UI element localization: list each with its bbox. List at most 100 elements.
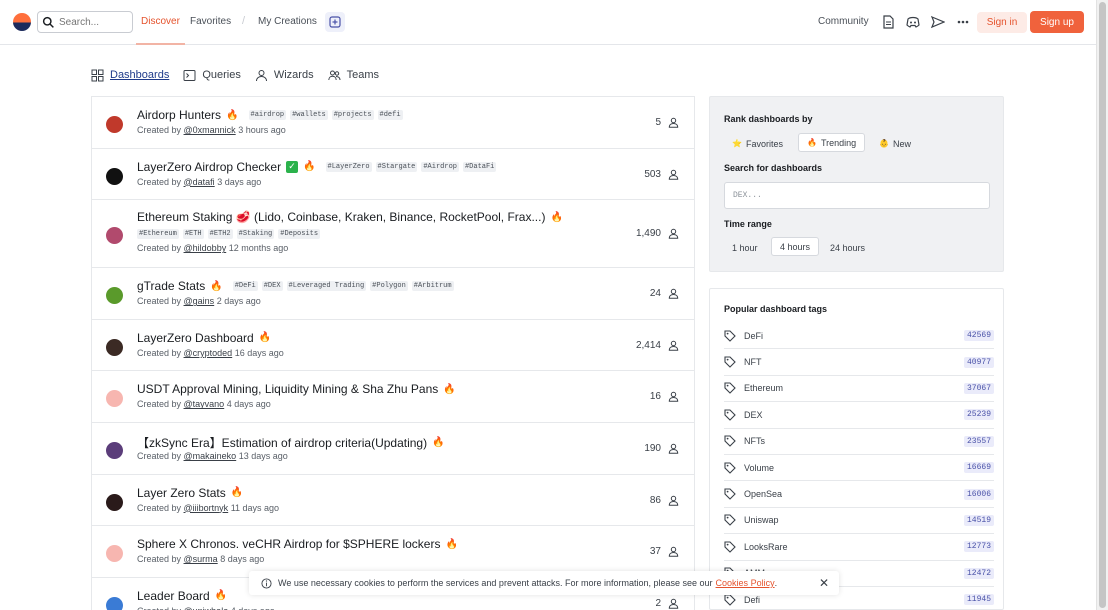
dashboard-search-input[interactable]: DEX... — [724, 182, 990, 209]
rank-trending-button[interactable]: 🔥 Trending — [798, 133, 866, 152]
creator-avatar[interactable] — [106, 227, 123, 245]
popular-tag-name[interactable]: LooksRare — [744, 542, 788, 552]
time-24-hours-button[interactable]: 24 hours — [822, 238, 873, 257]
dashboard-row[interactable]: 【zkSync Era】Estimation of airdrop criter… — [92, 423, 694, 475]
creator-link[interactable]: @hildobby — [184, 243, 227, 253]
dashboard-tag[interactable]: #ETH2 — [207, 229, 233, 240]
time-1-hour-button[interactable]: 1 hour — [724, 238, 766, 257]
dashboard-tag[interactable]: #DEX — [261, 281, 283, 292]
dashboard-row[interactable]: Layer Zero Stats 🔥 Created by @iiibortnyk … — [92, 475, 694, 527]
dashboard-tag[interactable]: #LayerZero — [325, 161, 372, 172]
dashboard-tag[interactable]: #Ethereum — [137, 229, 179, 240]
popular-tag-row[interactable]: Volume 16669 — [724, 455, 994, 482]
dashboard-tag[interactable]: #Airdrop — [421, 161, 459, 172]
scrollbar-thumb[interactable] — [1099, 2, 1106, 608]
popular-tag-row[interactable]: Ethereum 37067 — [724, 376, 994, 403]
dashboard-title[interactable]: Sphere X Chronos. veCHR Airdrop for $SPH… — [137, 537, 458, 551]
page-scrollbar[interactable] — [1096, 0, 1108, 610]
popular-tag-row[interactable]: NFT 40977 — [724, 349, 994, 376]
dashboard-title[interactable]: LayerZero Dashboard 🔥 — [137, 331, 271, 345]
dashboard-tag[interactable]: #Deposits — [278, 229, 321, 240]
dashboard-tag[interactable]: #Stargate — [375, 161, 418, 172]
cookies-policy-link[interactable]: Cookies Policy — [716, 578, 775, 588]
dashboard-tag[interactable]: #Staking — [236, 229, 275, 240]
popular-tag-name[interactable]: DeFi — [744, 331, 763, 341]
dashboard-tag[interactable]: #ETH — [182, 229, 204, 240]
creator-link[interactable]: @gains — [184, 296, 215, 306]
dashboard-title-text[interactable]: Leader Board — [137, 589, 210, 603]
time-4-hours-button[interactable]: 4 hours — [771, 237, 820, 256]
sign-in-button[interactable]: Sign in — [977, 12, 1027, 33]
dashboard-row[interactable]: Sphere X Chronos. veCHR Airdrop for $SPH… — [92, 526, 694, 578]
popular-tag-row[interactable]: OpenSea 16006 — [724, 481, 994, 508]
dashboard-tag[interactable]: #projects — [331, 110, 374, 120]
creator-link[interactable]: @makaineko — [184, 451, 237, 461]
search-input[interactable] — [59, 16, 129, 28]
discord-icon[interactable] — [906, 15, 920, 29]
more-icon[interactable] — [956, 15, 970, 29]
popular-tag-name[interactable]: NFT — [744, 357, 762, 367]
creator-avatar[interactable] — [106, 116, 123, 133]
sign-up-button[interactable]: Sign up — [1030, 11, 1084, 33]
dashboard-title-text[interactable]: LayerZero Dashboard — [137, 331, 254, 345]
dashboard-title[interactable]: LayerZero Airdrop Checker ✓ 🔥 #LayerZero #St… — [137, 160, 500, 174]
search-box[interactable] — [37, 11, 133, 33]
popular-tag-row[interactable]: DEX 25239 — [724, 402, 994, 429]
dashboard-row[interactable]: USDT Approval Mining, Liquidity Mining &… — [92, 371, 694, 423]
dashboard-row[interactable]: LayerZero Airdrop Checker ✓ 🔥 #LayerZero #St… — [92, 149, 694, 201]
dashboard-title[interactable]: Airdorp Hunters 🔥 #airdrop #wallets #project… — [137, 108, 407, 122]
dashboard-tag[interactable]: #DataFi — [462, 161, 497, 172]
popular-tag-name[interactable]: OpenSea — [744, 489, 782, 499]
dashboard-tag[interactable]: #Leveraged Trading — [286, 281, 367, 292]
nav-community[interactable]: Community — [818, 16, 869, 27]
dashboard-title-text[interactable]: LayerZero Airdrop Checker — [137, 160, 281, 174]
creator-avatar[interactable] — [106, 390, 123, 408]
dune-logo[interactable] — [13, 13, 31, 31]
popular-tag-name[interactable]: DEX — [744, 410, 763, 420]
dashboard-title-text[interactable]: Sphere X Chronos. veCHR Airdrop for $SPH… — [137, 537, 440, 551]
docs-icon[interactable] — [881, 15, 895, 29]
tab-dashboards[interactable]: Dashboards — [91, 69, 169, 82]
creator-link[interactable]: @surma — [184, 554, 218, 564]
tab-teams[interactable]: Teams — [327, 69, 379, 82]
dashboard-title[interactable]: Leader Board 🔥 — [137, 589, 227, 603]
popular-tag-row[interactable]: Uniswap 14519 — [724, 508, 994, 535]
dashboard-title-text[interactable]: gTrade Stats — [137, 279, 205, 293]
dashboard-title-text[interactable]: Airdorp Hunters — [137, 108, 221, 122]
dashboard-title[interactable]: 【zkSync Era】Estimation of airdrop criter… — [137, 434, 445, 451]
close-icon[interactable]: ✕ — [819, 576, 829, 590]
creator-avatar[interactable] — [106, 287, 123, 305]
dashboard-title[interactable]: USDT Approval Mining, Liquidity Mining &… — [137, 382, 456, 396]
send-icon[interactable] — [931, 15, 945, 29]
popular-tag-name[interactable]: NFTs — [744, 436, 765, 446]
creator-link[interactable]: @datafi — [184, 177, 215, 187]
dashboard-title[interactable]: Layer Zero Stats 🔥 — [137, 486, 243, 500]
creator-avatar[interactable] — [106, 596, 123, 610]
creator-avatar[interactable] — [106, 441, 123, 459]
nav-favorites[interactable]: Favorites — [190, 16, 231, 27]
dashboard-tag[interactable]: #defi — [377, 110, 403, 120]
dashboard-tag[interactable]: #Polygon — [370, 281, 408, 292]
popular-tag-name[interactable]: Ethereum — [744, 383, 783, 393]
tab-queries[interactable]: Queries — [183, 69, 241, 82]
dashboard-title[interactable]: gTrade Stats 🔥 #DeFi #DEX #Leveraged Trading… — [137, 279, 458, 293]
popular-tag-name[interactable]: Volume — [744, 463, 774, 473]
creator-link[interactable]: @0xmannick — [184, 125, 236, 135]
dashboard-row[interactable]: Airdorp Hunters 🔥 #airdrop #wallets #project… — [92, 97, 694, 149]
dashboard-row[interactable]: gTrade Stats 🔥 #DeFi #DEX #Leveraged Trading… — [92, 268, 694, 320]
creator-link[interactable]: @uniwhale — [184, 606, 229, 610]
creator-link[interactable]: @cryptoded — [184, 348, 233, 358]
create-button[interactable] — [325, 12, 345, 32]
dashboard-title-text[interactable]: 【zkSync Era】Estimation of airdrop criter… — [137, 434, 427, 451]
dashboard-title-text[interactable]: USDT Approval Mining, Liquidity Mining &… — [137, 382, 438, 396]
dashboard-tag[interactable]: #Arbitrum — [411, 281, 454, 292]
nav-my-creations[interactable]: My Creations — [258, 16, 317, 27]
creator-avatar[interactable] — [106, 167, 123, 185]
dashboard-row[interactable]: Ethereum Staking 🥩 (Lido, Coinbase, Krak… — [92, 200, 694, 269]
nav-discover[interactable]: Discover — [141, 16, 180, 27]
dashboard-title[interactable]: Ethereum Staking 🥩 (Lido, Coinbase, Krak… — [137, 210, 563, 224]
dashboard-title-text[interactable]: Layer Zero Stats — [137, 486, 226, 500]
tab-wizards[interactable]: Wizards — [255, 69, 314, 82]
rank-new-button[interactable]: 👶 New — [871, 134, 919, 153]
dashboard-tag[interactable]: #airdrop — [248, 110, 287, 120]
